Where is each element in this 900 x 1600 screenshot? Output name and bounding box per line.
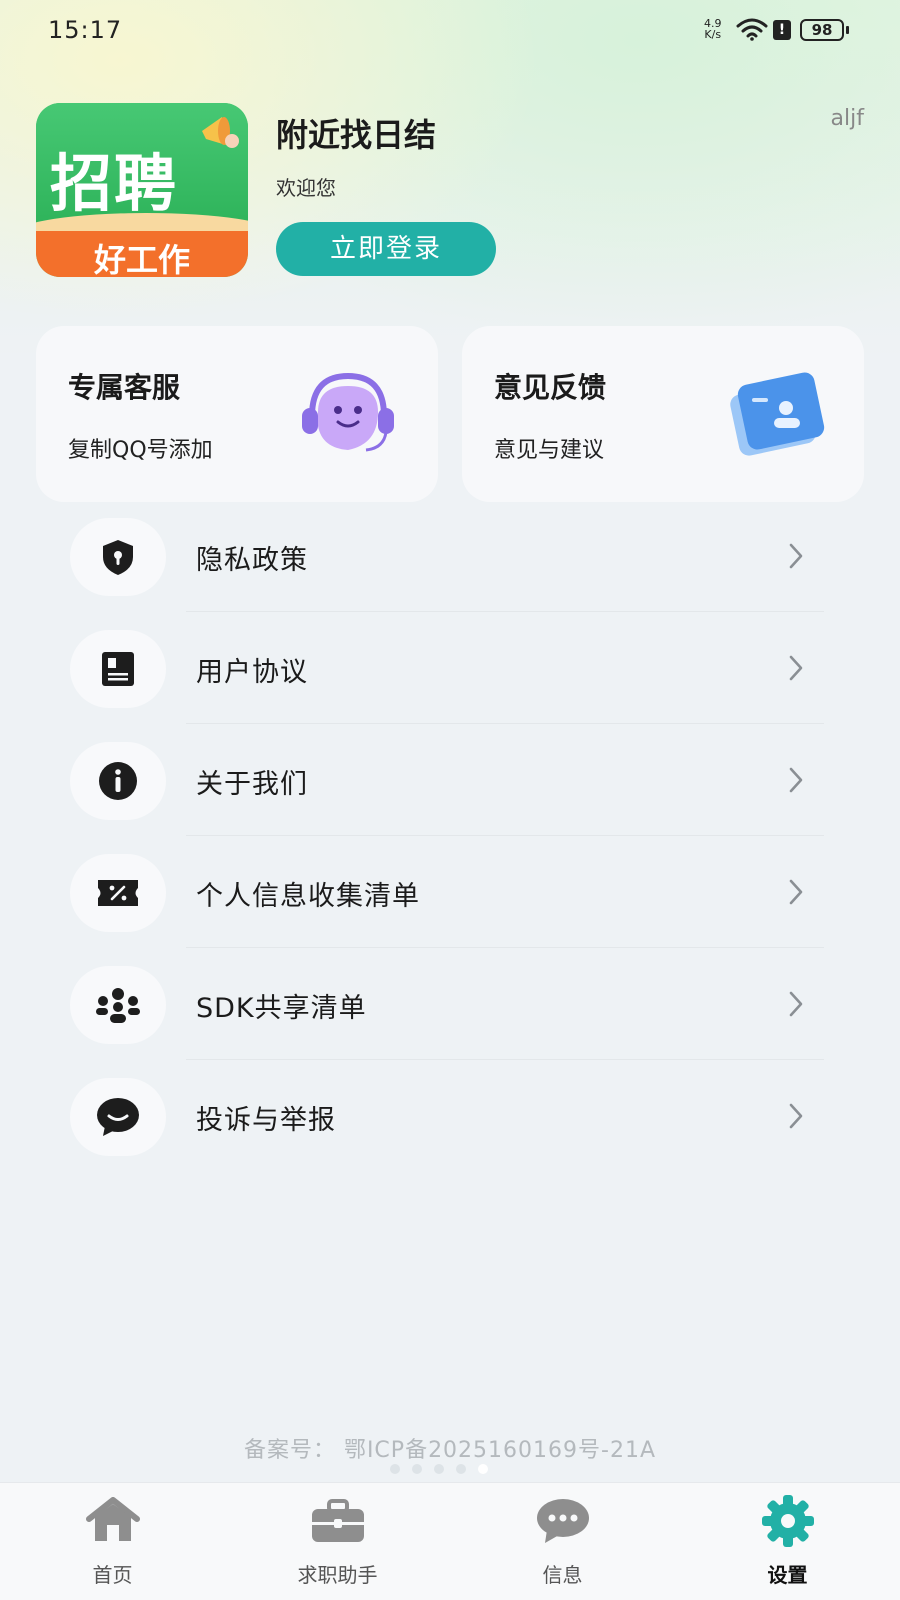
tab-home[interactable]: 首页 (0, 1483, 225, 1600)
chevron-right-icon (789, 991, 803, 1017)
page-dot (412, 1464, 422, 1474)
tab-icon (309, 1495, 367, 1547)
top-right-tag: aljf (830, 106, 864, 131)
menu-icon-wrap (70, 966, 166, 1044)
message-bubble-icon (537, 1499, 589, 1543)
logo-sub-text: 好工作 (93, 241, 190, 277)
menu-label: 个人信息收集清单 (196, 881, 420, 912)
customer-service-headset-icon (302, 372, 394, 452)
menu-label: 关于我们 (196, 769, 308, 800)
tab-label: 设置 (767, 1563, 808, 1587)
menu-item-user-agreement[interactable]: 用户协议 (36, 612, 864, 724)
status-time: 15:17 (48, 16, 123, 44)
chat-bubble-icon (97, 1098, 139, 1136)
menu-label: 投诉与举报 (196, 1105, 336, 1136)
chevron-right-icon (789, 543, 803, 569)
menu-icon-wrap (70, 1078, 166, 1156)
customer-service-card[interactable]: 专属客服 复制QQ号添加 (36, 326, 438, 502)
tab-label: 求职助手 (297, 1563, 378, 1587)
menu-item-about-us[interactable]: 关于我们 (36, 724, 864, 836)
settings-gear-icon (762, 1495, 814, 1547)
bottom-tab-bar: 首页 求职助手 信息 设置 (0, 1482, 900, 1600)
menu-item-sdk-share-list[interactable]: SDK共享清单 (36, 948, 864, 1060)
page-indicator (390, 1464, 488, 1474)
menu-icon-wrap (70, 630, 166, 708)
home-icon (86, 1497, 140, 1541)
menu-icon-wrap (70, 742, 166, 820)
wifi-icon (736, 18, 768, 41)
chevron-right-icon (789, 655, 803, 681)
card-subtitle: 复制QQ号添加 (68, 438, 213, 463)
briefcase-icon (312, 1499, 364, 1542)
card-subtitle: 意见与建议 (494, 438, 605, 463)
alert-icon: ! (773, 20, 791, 40)
menu-label: 隐私政策 (196, 545, 308, 576)
menu-label: SDK共享清单 (196, 993, 367, 1024)
ticket-percent-icon (98, 880, 138, 906)
page-dot (456, 1464, 466, 1474)
card-title: 意见反馈 (494, 371, 607, 404)
tab-icon (534, 1495, 592, 1547)
page-dot (390, 1464, 400, 1474)
welcome-text: 欢迎您 (276, 176, 336, 200)
megaphone-icon (202, 117, 239, 148)
page-dot (434, 1464, 444, 1474)
menu-item-privacy-policy[interactable]: 隐私政策 (36, 500, 864, 612)
feedback-card[interactable]: 意见反馈 意见与建议 (462, 326, 864, 502)
feedback-document-icon (730, 372, 825, 456)
menu-item-personal-info-list[interactable]: 个人信息收集清单 (36, 836, 864, 948)
status-bar: 15:17 4.9 K/s ! 98 (0, 0, 900, 60)
menu-icon-wrap (70, 854, 166, 932)
chevron-right-icon (789, 879, 803, 905)
page-dot-active (478, 1464, 488, 1474)
menu-item-complaint-report[interactable]: 投诉与举报 (36, 1060, 864, 1172)
network-speed-unit: K/s (704, 28, 722, 41)
card-title: 专属客服 (68, 371, 181, 404)
tab-icon (84, 1495, 142, 1547)
group-people-icon (96, 988, 140, 1023)
network-speed: 4.9 K/s (704, 18, 722, 40)
tab-job-assistant[interactable]: 求职助手 (225, 1483, 450, 1600)
login-button[interactable]: 立即登录 (276, 222, 496, 276)
battery-indicator: 98 (800, 19, 849, 41)
tab-messages[interactable]: 信息 (450, 1483, 675, 1600)
chevron-right-icon (789, 767, 803, 793)
chevron-right-icon (789, 1103, 803, 1129)
app-name: 附近找日结 (276, 116, 437, 154)
tab-label: 信息 (542, 1563, 583, 1587)
menu-icon-wrap (70, 518, 166, 596)
tab-label: 首页 (92, 1563, 133, 1587)
shield-lock-icon (103, 540, 133, 575)
logo-main-text: 招聘 (50, 147, 179, 220)
app-logo: 招聘 好工作 (36, 103, 248, 277)
agreement-document-icon (102, 652, 134, 686)
info-icon (99, 762, 137, 800)
tab-icon (759, 1495, 817, 1547)
tab-settings[interactable]: 设置 (675, 1483, 900, 1600)
icp-record: 备案号： 鄂ICP备2025160169号-21A (243, 1438, 657, 1463)
menu-label: 用户协议 (196, 657, 308, 688)
